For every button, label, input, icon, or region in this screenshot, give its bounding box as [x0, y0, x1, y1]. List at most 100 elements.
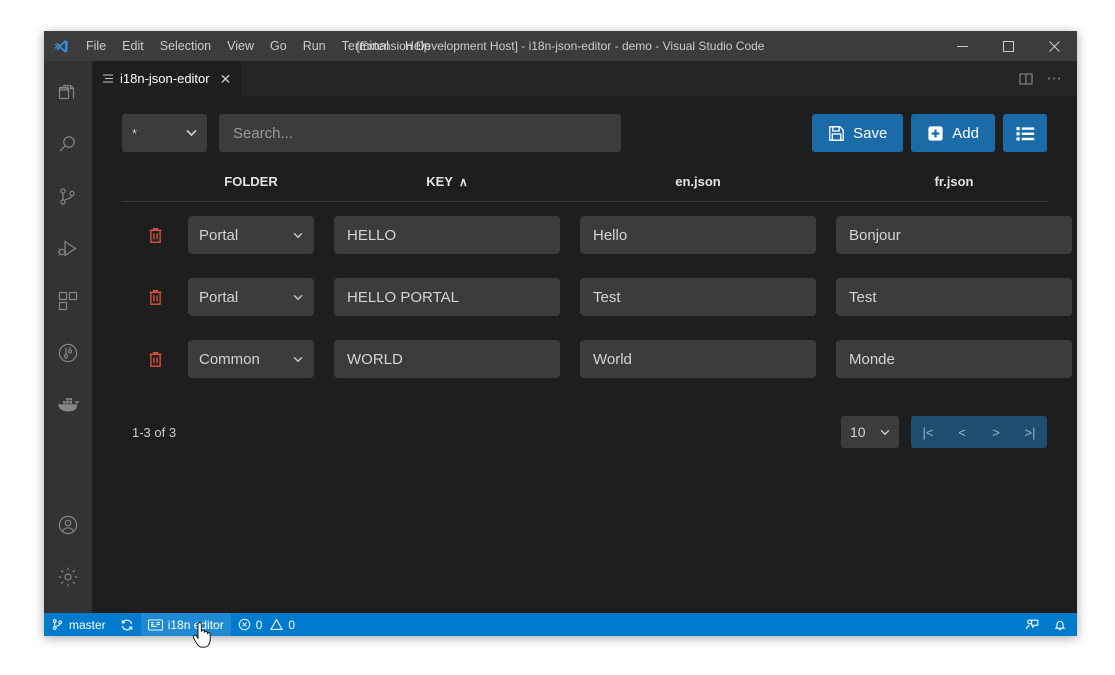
- status-bar: master i18n editor: [44, 613, 1077, 636]
- list-icon: [1016, 125, 1035, 142]
- tab-i18n-json-editor[interactable]: i18n-json-editor ✕: [92, 61, 242, 96]
- warning-icon: [270, 618, 283, 631]
- en-value-cell: [580, 340, 816, 378]
- account-icon[interactable]: [44, 499, 92, 551]
- menu-bar: File Edit Selection View Go Run Terminal…: [78, 31, 439, 61]
- chevron-down-icon: [186, 129, 197, 137]
- first-page-button[interactable]: |<: [911, 416, 945, 448]
- window-body: i18n-json-editor ✕ ⋯: [44, 61, 1077, 613]
- explorer-icon[interactable]: [44, 67, 92, 119]
- search-icon[interactable]: [44, 119, 92, 171]
- add-button[interactable]: Add: [911, 114, 995, 152]
- activity-bar: [44, 61, 92, 613]
- status-feedback[interactable]: [1018, 618, 1046, 632]
- folder-select[interactable]: Common: [188, 340, 314, 378]
- chevron-down-icon: [880, 429, 890, 436]
- list-view-button[interactable]: [1003, 114, 1047, 152]
- pagination-nav: |< < > >|: [911, 416, 1047, 448]
- error-count: 0: [256, 618, 263, 632]
- folder-filter-select[interactable]: *: [122, 114, 207, 152]
- en-json-input[interactable]: [580, 340, 816, 378]
- error-icon: [238, 618, 251, 631]
- table-row: Portal: [122, 216, 1047, 254]
- run-debug-icon[interactable]: [44, 223, 92, 275]
- fr-value-cell: [836, 340, 1072, 378]
- feedback-icon: [1025, 618, 1039, 632]
- preview-file-icon: [102, 73, 114, 85]
- column-header-key[interactable]: KEY ∧: [334, 174, 560, 189]
- tab-label: i18n-json-editor: [120, 71, 210, 86]
- delete-row-button[interactable]: [142, 284, 168, 310]
- table-row: Portal: [122, 278, 1047, 316]
- close-button[interactable]: [1031, 31, 1077, 61]
- page-size-value: 10: [850, 424, 866, 440]
- search-input[interactable]: [219, 114, 621, 152]
- menu-item-edit[interactable]: Edit: [114, 31, 152, 61]
- minimize-button[interactable]: [939, 31, 985, 61]
- source-control-icon[interactable]: [44, 171, 92, 223]
- warning-count: 0: [288, 618, 295, 632]
- previous-page-button[interactable]: <: [945, 416, 979, 448]
- maximize-button[interactable]: [985, 31, 1031, 61]
- docker-icon[interactable]: [44, 379, 92, 431]
- en-json-input[interactable]: [580, 278, 816, 316]
- fr-json-input[interactable]: [836, 278, 1072, 316]
- delete-cell: [122, 346, 188, 372]
- chevron-down-icon: [293, 356, 303, 363]
- next-page-button[interactable]: >: [979, 416, 1013, 448]
- menu-item-run[interactable]: Run: [295, 31, 334, 61]
- delete-row-button[interactable]: [142, 222, 168, 248]
- window-controls: [939, 31, 1077, 61]
- editor-tabs-bar: i18n-json-editor ✕ ⋯: [92, 61, 1077, 96]
- title-bar: File Edit Selection View Go Run Terminal…: [44, 31, 1077, 61]
- key-input[interactable]: [334, 216, 560, 254]
- vscode-logo-icon: [44, 38, 78, 55]
- status-bar-right: [1018, 618, 1077, 632]
- tab-close-icon[interactable]: ✕: [220, 72, 232, 86]
- settings-gear-icon[interactable]: [44, 551, 92, 603]
- status-notifications[interactable]: [1046, 618, 1077, 632]
- fr-value-cell: [836, 216, 1072, 254]
- en-value-cell: [580, 216, 816, 254]
- key-cell: [334, 340, 560, 378]
- sync-icon: [120, 618, 134, 632]
- status-sync[interactable]: [113, 613, 141, 636]
- menu-item-selection[interactable]: Selection: [152, 31, 219, 61]
- key-input[interactable]: [334, 278, 560, 316]
- delete-row-button[interactable]: [142, 346, 168, 372]
- column-header-fr-json[interactable]: fr.json: [836, 174, 1072, 189]
- gitlens-icon[interactable]: [44, 327, 92, 379]
- menu-item-terminal[interactable]: Terminal: [334, 31, 397, 61]
- fr-json-input[interactable]: [836, 216, 1072, 254]
- status-problems[interactable]: 0 0: [231, 613, 302, 636]
- key-input[interactable]: [334, 340, 560, 378]
- status-i18n-editor[interactable]: i18n editor: [141, 613, 231, 636]
- extensions-icon[interactable]: [44, 275, 92, 327]
- menu-item-go[interactable]: Go: [262, 31, 295, 61]
- folder-select[interactable]: Portal: [188, 278, 314, 316]
- en-json-input[interactable]: [580, 216, 816, 254]
- menu-item-file[interactable]: File: [78, 31, 114, 61]
- folder-cell: Portal: [188, 278, 314, 316]
- delete-cell: [122, 284, 188, 310]
- paginator-range-label: 1-3 of 3: [132, 425, 176, 440]
- more-actions-icon[interactable]: ⋯: [1041, 66, 1067, 92]
- add-button-label: Add: [952, 125, 979, 142]
- page-size-select[interactable]: 10: [841, 416, 899, 448]
- delete-cell: [122, 222, 188, 248]
- column-header-en-json[interactable]: en.json: [580, 174, 816, 189]
- fr-json-input[interactable]: [836, 340, 1072, 378]
- folder-select[interactable]: Portal: [188, 216, 314, 254]
- column-header-folder[interactable]: FOLDER: [188, 174, 314, 189]
- status-i18n-editor-label: i18n editor: [168, 618, 224, 632]
- split-editor-icon[interactable]: [1013, 66, 1039, 92]
- menu-item-help[interactable]: Help: [397, 31, 439, 61]
- vscode-window: File Edit Selection View Go Run Terminal…: [44, 31, 1077, 636]
- add-icon: [927, 125, 944, 142]
- bell-icon: [1053, 618, 1067, 632]
- paginator-controls: 10 |< < > >|: [841, 416, 1047, 448]
- save-button[interactable]: Save: [812, 114, 903, 152]
- last-page-button[interactable]: >|: [1013, 416, 1047, 448]
- status-branch[interactable]: master: [44, 613, 113, 636]
- menu-item-view[interactable]: View: [219, 31, 262, 61]
